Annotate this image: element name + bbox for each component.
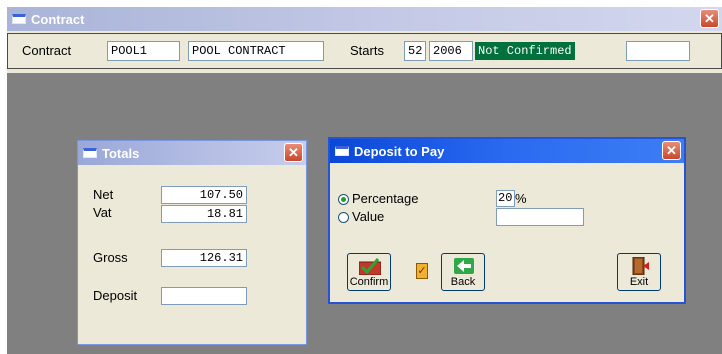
exit-label: Exit (629, 276, 649, 288)
exit-button[interactable]: Exit (617, 253, 661, 291)
confirm-button[interactable]: Confirm (347, 253, 391, 291)
window-icon (83, 148, 97, 158)
totals-body: Net 107.50 Vat 18.81 Gross 126.31 Deposi… (78, 165, 306, 344)
value-field[interactable] (496, 208, 584, 226)
deposit-title: Deposit to Pay (354, 143, 445, 159)
contract-label: Contract (22, 43, 72, 58)
percentage-radio[interactable] (338, 194, 349, 205)
deposit-dialog: Deposit to Pay ✕ Percentage 20 % Value C… (328, 137, 686, 304)
window-icon (12, 14, 26, 24)
value-radio[interactable] (338, 212, 349, 223)
percentage-field[interactable]: 20 (496, 190, 515, 207)
window-title: Contract (31, 11, 85, 27)
confirm-label: Confirm (349, 276, 389, 288)
confirm-icon (359, 258, 381, 275)
contract-titlebar[interactable]: Contract ✕ (7, 7, 722, 31)
window-icon (335, 146, 349, 156)
extra-field[interactable] (626, 41, 690, 61)
status-badge: Not Confirmed (475, 42, 575, 60)
net-label: Net (93, 187, 114, 202)
start-year-field[interactable]: 2006 (429, 41, 473, 61)
start-week-field[interactable]: 52 (404, 41, 426, 61)
starts-label: Starts (350, 43, 384, 58)
net-field[interactable]: 107.50 (161, 186, 247, 204)
totals-titlebar[interactable]: Totals ✕ (78, 141, 306, 165)
back-arrow-icon (454, 258, 474, 274)
close-button[interactable]: ✕ (700, 9, 719, 28)
close-button[interactable]: ✕ (284, 143, 303, 162)
contract-name-field[interactable]: POOL CONTRACT (188, 41, 324, 61)
contract-header-row: Contract POOL1 POOL CONTRACT Starts 52 2… (7, 33, 722, 69)
close-button[interactable]: ✕ (662, 141, 681, 160)
confirm-checkbox[interactable]: ✓ (416, 263, 428, 279)
totals-title: Totals (102, 145, 140, 161)
back-button[interactable]: Back (441, 253, 485, 291)
percentage-label: Percentage (352, 191, 419, 206)
vat-field[interactable]: 18.81 (161, 205, 247, 223)
vat-label: Vat (93, 205, 112, 220)
deposit-label: Deposit (93, 288, 138, 303)
percent-sign: % (515, 191, 527, 206)
gross-label: Gross (93, 250, 128, 265)
contract-code-field[interactable]: POOL1 (107, 41, 180, 61)
totals-window: Totals ✕ Net 107.50 Vat 18.81 Gross 126.… (77, 140, 307, 345)
deposit-body: Percentage 20 % Value Confirm ✓ Back Exi… (330, 163, 684, 302)
deposit-field[interactable] (161, 287, 247, 305)
deposit-titlebar[interactable]: Deposit to Pay ✕ (330, 139, 684, 163)
gross-field[interactable]: 126.31 (161, 249, 247, 267)
exit-door-icon (632, 257, 649, 275)
value-label: Value (352, 209, 385, 224)
back-label: Back (450, 276, 476, 288)
